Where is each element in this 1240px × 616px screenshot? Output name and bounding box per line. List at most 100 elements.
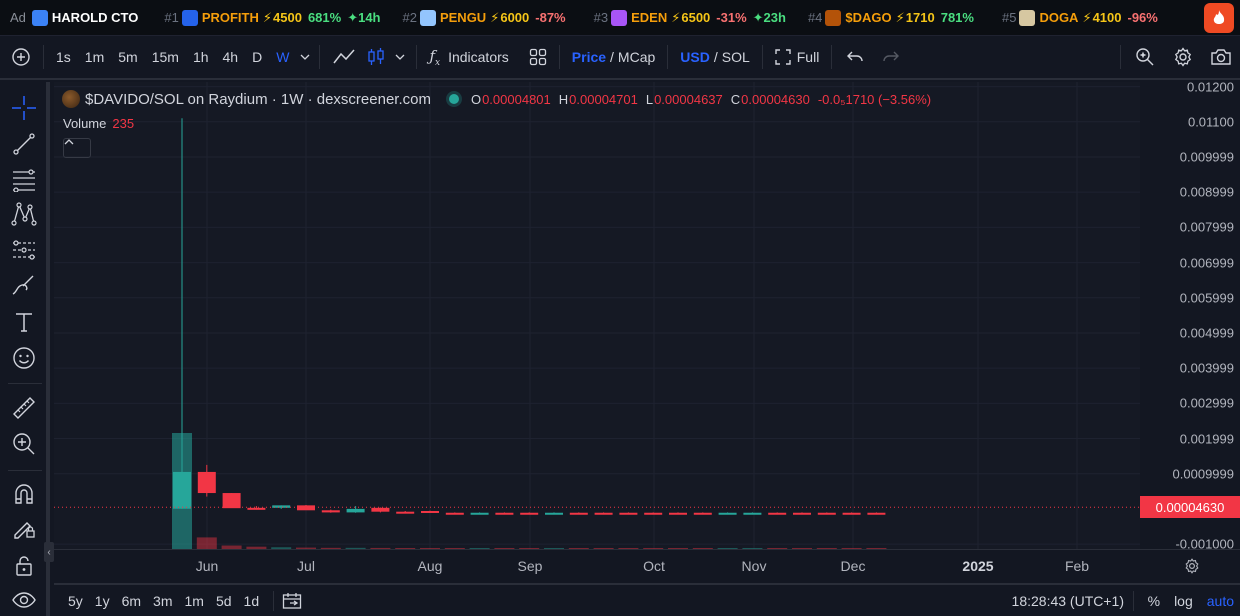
price-tick-label: 0.009999 [1179, 149, 1234, 165]
interval-5m[interactable]: 5m [111, 42, 144, 72]
time-tick-label: Oct [643, 558, 665, 574]
ticker-item[interactable]: #5 DOGA ⚡ 4100 -96% [1002, 9, 1164, 26]
interval-4h[interactable]: 4h [216, 42, 246, 72]
indicators-button[interactable]: ƒx Indicators [422, 42, 515, 72]
price-tick-label: 0.001999 [1179, 431, 1234, 447]
price-chart[interactable]: $DAVIDO/SOL on Raydium · 1W · dexscreene… [54, 82, 1140, 549]
lock-drawing-icon[interactable] [10, 514, 38, 542]
collapse-legend-button[interactable] [63, 138, 91, 158]
ticker-boost: 6000 [500, 10, 530, 25]
chart-type-dropdown-icon[interactable] [389, 42, 411, 72]
auto-scale-button[interactable]: auto [1207, 593, 1234, 609]
ticker-item[interactable]: #1 PROFITH ⚡ 4500 681% ✦ 14h [164, 9, 381, 26]
candles-chart-icon[interactable] [363, 42, 389, 72]
divider [273, 590, 275, 611]
bottom-bar: 5y 1y 6m 3m 1m 5d 1d 18:28:43 (UTC+1) % log au… [54, 583, 1240, 616]
settings-gear-icon[interactable] [1164, 42, 1202, 72]
collapse-sidebar-handle[interactable]: ‹ [44, 542, 54, 562]
prediction-icon[interactable] [10, 236, 38, 264]
mcap-option[interactable]: MCap [618, 49, 655, 65]
price-tick-label: 0.003999 [1179, 360, 1234, 376]
zoom-in-icon[interactable] [10, 430, 38, 458]
ticker-token-name: PENGU [439, 10, 487, 25]
percent-scale-button[interactable]: % [1148, 593, 1160, 609]
go-to-date-icon[interactable] [282, 592, 302, 610]
fib-retracement-icon[interactable] [10, 166, 38, 194]
candlestick-chart[interactable] [54, 82, 1140, 549]
price-tick-label: 0.002999 [1179, 395, 1234, 411]
ticker-boost: 1710 [905, 10, 935, 25]
redo-icon[interactable] [873, 42, 909, 72]
quick-search-icon[interactable] [1126, 42, 1164, 72]
interval-15m[interactable]: 15m [145, 42, 186, 72]
range-6m[interactable]: 6m [116, 593, 147, 609]
interval-dropdown-icon[interactable] [296, 42, 314, 72]
lock-icon[interactable] [10, 552, 38, 580]
high-key: H [558, 91, 569, 107]
range-1y[interactable]: 1y [89, 593, 116, 609]
divider [319, 45, 321, 69]
crosshair-icon[interactable] [10, 94, 38, 122]
clock[interactable]: 18:28:43 (UTC+1) [1012, 593, 1124, 609]
undo-icon[interactable] [837, 42, 873, 72]
sprout-icon: ✦ [347, 9, 359, 25]
interval-d[interactable]: D [245, 42, 269, 72]
price-mcap-toggle[interactable]: Price / MCap [565, 42, 663, 72]
close-key: C [730, 91, 741, 107]
chart-toolbar: 1s 1m 5m 15m 1h 4h D W ƒx Indicators Price / MC… [0, 36, 1240, 80]
sol-option[interactable]: SOL [722, 49, 750, 65]
ticker-item[interactable]: #3 EDEN ⚡ 6500 -31% ✦ 23h [594, 9, 786, 26]
interval-1s[interactable]: 1s [49, 42, 78, 72]
layout-grid-icon[interactable] [522, 42, 554, 72]
price-axis[interactable]: 0.00004630 0.01200 0.01100 0.009999 0.00899… [1140, 82, 1240, 549]
ticker-token-name: PROFITH [201, 10, 259, 25]
ticker-boost: 6500 [681, 10, 711, 25]
emoji-icon[interactable] [10, 344, 38, 372]
interval-w[interactable]: W [269, 42, 296, 72]
fire-icon[interactable] [1204, 3, 1234, 33]
ticker-change: 781% [940, 10, 974, 25]
symbol-title: $DAVIDO/SOL on Raydium · 1W · dexscreene… [85, 90, 431, 108]
trend-line-icon[interactable] [10, 130, 38, 158]
candle-body [842, 512, 861, 515]
time-axis[interactable]: Jun Jul Aug Sep Oct Nov Dec 2025 Feb [54, 549, 1140, 580]
eye-icon[interactable] [10, 586, 38, 614]
interval-1m[interactable]: 1m [78, 42, 111, 72]
ticker-item[interactable]: HAROLD CTO [31, 9, 142, 26]
pattern-icon[interactable] [10, 200, 38, 228]
ticker-change: 681% [307, 10, 342, 25]
currency-toggle[interactable]: USD / SOL [673, 42, 756, 72]
line-chart-icon[interactable] [325, 42, 363, 72]
range-5y[interactable]: 5y [62, 593, 89, 609]
divider [831, 45, 833, 69]
candle-body [197, 471, 216, 494]
fullscreen-button[interactable]: Full [768, 42, 827, 72]
magnet-icon[interactable] [10, 480, 38, 508]
ruler-icon[interactable] [10, 394, 38, 422]
open-key: O [470, 91, 482, 107]
add-symbol-icon[interactable] [4, 42, 38, 72]
chevron-up-icon [64, 139, 74, 145]
price-change: -0.0₅1710 (−3.56%) [817, 91, 932, 107]
brush-icon[interactable] [10, 272, 38, 300]
boost-icon: ⚡ [262, 9, 273, 25]
range-5d[interactable]: 5d [210, 593, 238, 609]
range-1m[interactable]: 1m [179, 593, 210, 609]
ticker-item[interactable]: #4 $DAGO ⚡ 1710 781% [808, 9, 980, 26]
usd-option[interactable]: USD [680, 49, 710, 65]
range-3m[interactable]: 3m [147, 593, 178, 609]
price-tick-label: 0.008999 [1179, 184, 1234, 200]
log-scale-button[interactable]: log [1174, 593, 1193, 609]
volume-value: 235 [112, 116, 135, 131]
token-avatar [31, 9, 48, 26]
ticker-item[interactable]: #2 PENGU ⚡ 6000 -87% [403, 9, 572, 26]
price-option[interactable]: Price [572, 49, 606, 65]
text-tool-icon[interactable] [10, 308, 38, 336]
candle-body [495, 512, 514, 515]
close-value: 0.00004630 [741, 91, 810, 107]
range-1d[interactable]: 1d [238, 593, 266, 609]
interval-1h[interactable]: 1h [186, 42, 216, 72]
volume-legend: Volume 235 [63, 116, 134, 131]
ticker-age: 23h [763, 10, 786, 25]
camera-icon[interactable] [1202, 42, 1240, 72]
